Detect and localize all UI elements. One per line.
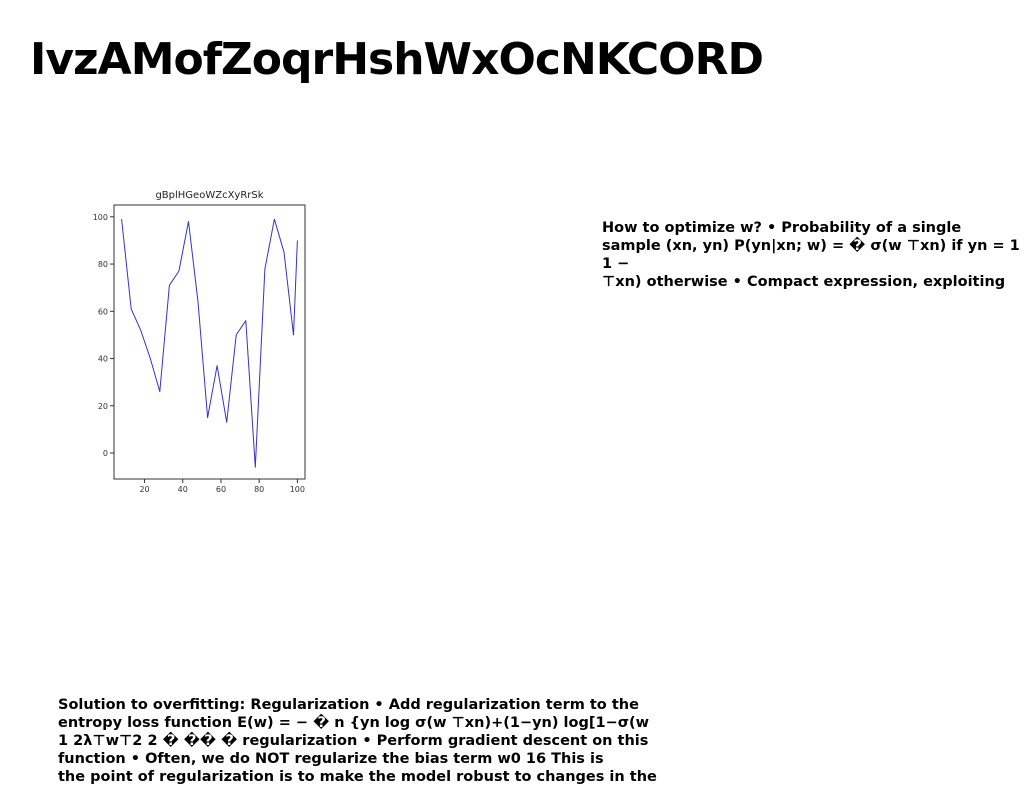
- y-tick-label: 60: [98, 307, 108, 316]
- x-tick-label: 100: [290, 485, 305, 494]
- plot-frame: [113, 204, 306, 480]
- y-tick-label: 80: [98, 260, 108, 269]
- y-tick-label: 100: [93, 213, 108, 222]
- series-line-0: [121, 218, 298, 468]
- slide-text-bottom: Solution to overfitting: Regularization …: [58, 697, 657, 785]
- chart-title: gBplHGeoWZcXyRrSk: [155, 190, 263, 201]
- line-chart: gBplHGeoWZcXyRrSk 0 20 40 60 80 100 20 40 60 80 100: [90, 185, 320, 500]
- x-tick-label: 80: [254, 485, 264, 494]
- line-chart-svg: gBplHGeoWZcXyRrSk 0 20 40 60 80 100 20 40 60 80 100: [93, 190, 306, 494]
- x-tick-label: 60: [216, 485, 226, 494]
- y-tick-label: 0: [103, 449, 108, 458]
- x-tick-label: 20: [139, 485, 149, 494]
- y-tick-label: 40: [98, 355, 108, 364]
- y-tick-label: 20: [98, 402, 108, 411]
- page-title: IvzAMofZoqrHshWxOcNKCORD: [30, 34, 764, 85]
- x-tick-label: 40: [178, 485, 188, 494]
- slide-text-right: How to optimize w? • Probability of a si…: [602, 220, 1020, 290]
